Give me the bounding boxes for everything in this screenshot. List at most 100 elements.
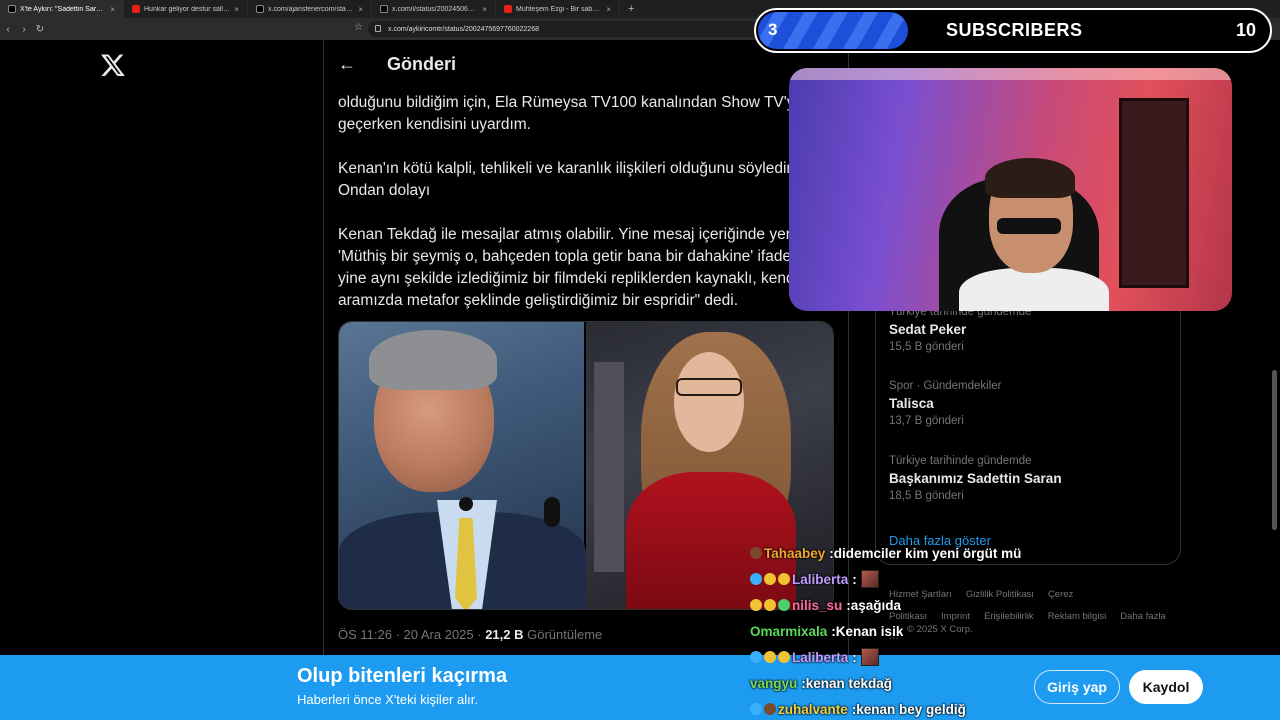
chat-badge-icon [750, 703, 762, 715]
hair-shape [985, 158, 1075, 198]
trend-count: 15,5 B gönderi [889, 341, 964, 353]
chat-emote-icon [860, 648, 879, 666]
url-text: x.com/aykiricomtr/status/200247569776002… [388, 25, 539, 33]
close-tab-icon[interactable]: × [110, 5, 115, 14]
post-image-left[interactable] [339, 322, 586, 609]
subscriber-goal-widget: 3 SUBSCRIBERS 10 [754, 8, 1272, 53]
post-text-line [338, 136, 808, 158]
hair-shape [369, 330, 497, 390]
column-divider [323, 40, 324, 655]
microphone-shape [544, 497, 560, 527]
trend-item[interactable]: Türkiye tarihinde gündemde Başkanımız Sad… [889, 455, 1062, 502]
chat-message: vangyu: kenan tekdağ [750, 670, 1080, 696]
scrollbar[interactable] [1272, 370, 1277, 530]
back-nav-icon[interactable]: ‹ [0, 24, 16, 35]
chat-badge-icon [750, 651, 762, 663]
browser-tab[interactable]: Muhteşem Ezgi - Bir sabah gelecek k × [496, 0, 620, 18]
url-field[interactable]: x.com/aykiricomtr/status/200247569776002… [368, 21, 788, 37]
signup-button[interactable]: Kaydol [1129, 670, 1203, 704]
webcam-overlay [789, 68, 1232, 311]
close-tab-icon[interactable]: × [606, 5, 611, 14]
trend-name: Talisca [889, 396, 934, 411]
chat-message: Tahaabey: didemciler kim yeni örgüt mü [750, 540, 1080, 566]
face-shape [674, 352, 744, 452]
subscriber-goal: 10 [1235, 20, 1256, 40]
chat-message: zuhalvante: kenan bey geldiğ [750, 696, 1080, 720]
chat-username: Laliberta [792, 571, 849, 587]
chat-badge-icon [778, 599, 790, 611]
x-logo-icon[interactable] [100, 52, 126, 78]
browser-tab[interactable]: X'te Aykırı: "Sadettin Saran ve E × [0, 0, 124, 18]
post-text-line: olduğunu bildiğim için, Ela Rümeysa TV10… [338, 94, 804, 111]
chat-text: aşağıda [850, 597, 902, 613]
banner-subtitle: Haberleri önce X'teki kişiler alır. [297, 692, 478, 707]
post-body: olduğunu bildiğim için, Ela Rümeysa TV10… [338, 92, 808, 312]
chat-text: didemciler kim yeni örgüt mü [833, 545, 1022, 561]
browser-tab-title: X'te Aykırı: "Sadettin Saran ve E [20, 5, 106, 13]
close-tab-icon[interactable]: × [234, 5, 239, 14]
x-favicon-icon [380, 5, 388, 13]
chat-message: Laliberta: [750, 566, 1080, 592]
post-text-line: aramızda metafor şeklinde geliştirdiğimi… [338, 292, 739, 309]
chat-badge-icon [764, 703, 776, 715]
screen: X'te Aykırı: "Sadettin Saran ve E×Hunkar… [0, 0, 1280, 720]
trend-name: Sedat Peker [889, 322, 967, 337]
views-count: 21,2 B [485, 627, 524, 642]
back-arrow-icon[interactable]: ← [338, 54, 356, 75]
close-tab-icon[interactable]: × [358, 5, 363, 14]
chat-username: zuhalvante [778, 701, 848, 717]
views-label: Görüntüleme [523, 627, 603, 642]
browser-tab[interactable]: x.com/ajansfenercom/status/20024 × [248, 0, 372, 18]
browser-tab-title: Hunkar geliyor destur salları bre - Yo [144, 5, 231, 13]
x-favicon-icon [256, 5, 264, 13]
post-text-line [338, 202, 808, 224]
browser-tab[interactable]: Hunkar geliyor destur salları bre - Yo× [124, 0, 248, 18]
post-text-line: geçerken kendisini uyardım. [338, 116, 531, 133]
chat-badge-icon [764, 599, 776, 611]
shirt-shape [959, 268, 1109, 311]
bookmark-icon[interactable]: ☆ [354, 22, 363, 33]
chat-message: Omarmixala: Kenan isik [750, 618, 1080, 644]
post-text-line: yine aynı şekilde izlediğimiz bir filmde… [338, 270, 799, 287]
trend-name: Başkanımız Sadettin Saran [889, 471, 1062, 486]
chat-username: Omarmixala [750, 623, 828, 639]
chat-username: Tahaabey [764, 545, 826, 561]
chat-username: nilis_su [792, 597, 843, 613]
post-metadata: ÖS 11:26 · 20 Ara 2025 · 21,2 B Görüntül… [338, 627, 602, 642]
browser-tab[interactable]: x.com/i/status/20024506207210212 × [372, 0, 496, 18]
chat-text: kenan bey geldiğ [856, 701, 966, 717]
chat-badge-icon [750, 573, 762, 585]
chat-username: Laliberta [792, 649, 849, 665]
chat-badge-icon [750, 599, 762, 611]
new-tab-icon[interactable]: + [620, 3, 642, 15]
trend-count: 18,5 B gönderi [889, 490, 964, 502]
studio-screen-shape [594, 362, 624, 572]
post-text-line: Kenan'ın kötü kalpli, tehlikeli ve karan… [338, 160, 804, 177]
chat-username: vangyu [750, 675, 798, 691]
x-favicon-icon [8, 5, 16, 13]
trend-context: Spor · Gündemdekiler [889, 380, 1002, 392]
subscriber-label: SUBSCRIBERS [946, 20, 1083, 40]
post-text-line: 'Müthiş bir şeymiş o, bahçeden topla get… [338, 248, 803, 265]
chat-badge-icon [750, 547, 762, 559]
post-text-line: Kenan Tekdağ ile mesajlar atmış olabilir… [338, 226, 808, 243]
trend-context: Türkiye tarihinde gündemde [889, 455, 1032, 467]
post-time[interactable]: ÖS 11:26 · 20 Ara 2025 · [338, 627, 485, 642]
stream-chat-overlay: Tahaabey: didemciler kim yeni örgüt mü La… [750, 540, 1080, 720]
chat-message: Laliberta: [750, 644, 1080, 670]
signup-banner: Olup bitenleri kaçırma Haberleri önce X'… [0, 655, 1280, 720]
close-tab-icon[interactable]: × [482, 5, 487, 14]
trend-item[interactable]: Türkiye tarihinde gündemde Sedat Peker 15,… [889, 306, 1032, 353]
browser-tab-title: Muhteşem Ezgi - Bir sabah gelecek k [516, 5, 602, 13]
sunglasses-shape [997, 218, 1061, 234]
forward-nav-icon[interactable]: › [16, 24, 32, 35]
chat-text: kenan tekdağ [805, 675, 893, 691]
browser-tab-title: x.com/i/status/20024506207210212 [392, 5, 478, 13]
trend-item[interactable]: Spor · Gündemdekiler Talisca 13,7 B gönder… [889, 380, 1002, 427]
glasses-shape [676, 378, 742, 396]
microphone-shape [459, 497, 473, 511]
chat-separator: : [852, 571, 857, 587]
reload-icon[interactable]: ↻ [32, 24, 48, 35]
youtube-favicon-icon [132, 5, 140, 13]
chat-badge-icon [764, 651, 776, 663]
